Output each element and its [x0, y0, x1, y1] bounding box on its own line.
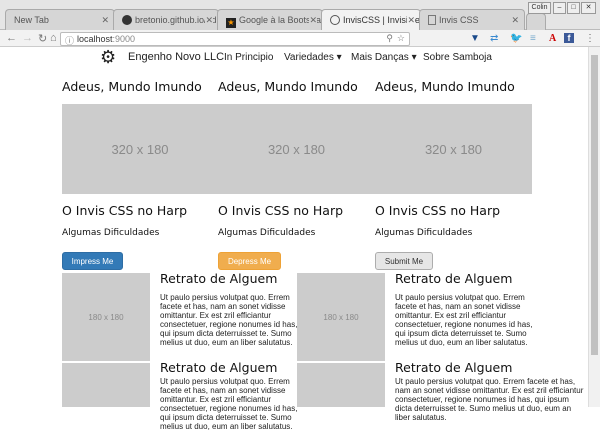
tab-title: bretonio.github.io/dd: [135, 15, 217, 25]
close-tab-icon[interactable]: ✕: [205, 15, 213, 26]
card-title: Retrato de Alguem: [160, 360, 278, 375]
maximize-button[interactable]: □: [567, 2, 580, 14]
profile-button[interactable]: Colin: [528, 2, 551, 14]
info-icon: ⓘ: [65, 36, 75, 46]
card-text: Ut paulo persius volutpat quo. Errem fac…: [160, 377, 298, 431]
github-icon: [122, 15, 132, 25]
home-icon[interactable]: ⌂: [50, 32, 57, 44]
tab-github[interactable]: bretonio.github.io/dd ✕: [113, 9, 219, 30]
brand[interactable]: Engenho Novo LLC: [128, 51, 224, 63]
zoom-icon[interactable]: ⚲: [386, 33, 393, 44]
image-placeholder: 320 x 180: [62, 104, 218, 194]
minimize-button[interactable]: –: [553, 2, 566, 14]
bookmark-star-icon[interactable]: ☆: [397, 33, 405, 44]
nav-item-mais-dancas[interactable]: Mais Danças ▾: [351, 52, 417, 63]
column-subtitle: Algumas Dificuldades: [218, 228, 316, 238]
reload-icon[interactable]: ↻: [38, 32, 47, 45]
extension-bars-icon[interactable]: ≡: [530, 33, 536, 44]
column-heading: Adeus, Mundo Imundo: [375, 79, 515, 94]
column-subtitle: Algumas Dificuldades: [375, 228, 473, 238]
column-title: O Invis CSS no Harp: [375, 203, 501, 218]
globe-icon: [330, 15, 340, 25]
depress-me-button[interactable]: Depress Me: [218, 252, 281, 270]
card-image-placeholder: [62, 363, 150, 407]
twitter-icon[interactable]: 🐦: [510, 33, 522, 44]
close-tab-icon[interactable]: ✕: [309, 15, 317, 26]
gears-logo-icon: ⚙: [100, 47, 117, 67]
page-scrollbar[interactable]: [588, 47, 600, 407]
extension-v-icon[interactable]: ▼: [470, 33, 480, 44]
card-image-placeholder: [297, 363, 385, 407]
tab-invis-css[interactable]: Invis CSS ✕: [419, 9, 525, 30]
impress-me-button[interactable]: Impress Me: [62, 252, 123, 270]
card-text: Ut paulo persius volutpat quo. Errem fac…: [160, 293, 298, 347]
extension-arrows-icon[interactable]: ⇄: [490, 33, 498, 44]
card-image-placeholder: 180 x 180: [62, 273, 150, 361]
column-heading: Adeus, Mundo Imundo: [62, 79, 202, 94]
address-bar[interactable]: ⓘ localhost:9000 ⚲ ☆: [60, 32, 410, 46]
tab-google-bootstrap[interactable]: ★ Google à la Bootstrap ✕: [217, 9, 323, 30]
card-image-placeholder: 180 x 180: [297, 273, 385, 361]
close-tab-icon[interactable]: ✕: [407, 15, 415, 26]
toolbar: ← → ↻ ⌂ ⓘ localhost:9000 ⚲ ☆ ▼ ⇄ 🐦 ≡ A f…: [0, 30, 600, 47]
new-tab-button[interactable]: [526, 13, 546, 30]
image-placeholder: 320 x 180: [218, 104, 375, 194]
scrollbar-thumb[interactable]: [591, 55, 598, 355]
extension-a-icon[interactable]: A: [549, 33, 556, 44]
tab-title: Invis CSS: [439, 15, 479, 25]
document-icon: [428, 15, 436, 25]
card-title: Retrato de Alguem: [395, 360, 513, 375]
url-port: :9000: [112, 34, 136, 44]
tab-title: New Tab: [14, 15, 49, 25]
tab-new-tab[interactable]: New Tab ✕: [5, 9, 115, 30]
tab-inviscss[interactable]: InvisCSS | Invisible S ✕: [321, 9, 421, 31]
back-icon[interactable]: ←: [6, 32, 17, 44]
card-text: Ut paulo persius volutpat quo. Errem fac…: [395, 293, 533, 347]
card-title: Retrato de Alguem: [395, 271, 513, 286]
close-tab-icon[interactable]: ✕: [101, 15, 109, 26]
card-title: Retrato de Alguem: [160, 271, 278, 286]
tab-strip: New Tab ✕ bretonio.github.io/dd ✕ ★ Google …: [0, 0, 600, 31]
column-heading: Adeus, Mundo Imundo: [218, 79, 358, 94]
star-icon: ★: [226, 18, 236, 28]
card-text: Ut paulo persius volutpat quo. Errem fac…: [395, 377, 584, 422]
column-title: O Invis CSS no Harp: [218, 203, 344, 218]
menu-icon[interactable]: ⋮: [585, 33, 595, 44]
column-title: O Invis CSS no Harp: [62, 203, 188, 218]
submit-me-button[interactable]: Submit Me: [375, 252, 433, 270]
url-host: localhost: [77, 34, 113, 44]
close-tab-icon[interactable]: ✕: [511, 15, 519, 26]
nav-item-in-principio[interactable]: In Principio: [224, 52, 273, 63]
nav-item-variedades[interactable]: Variedades ▾: [284, 52, 342, 63]
close-window-button[interactable]: ✕: [581, 2, 596, 14]
column-subtitle: Algumas Dificuldades: [62, 228, 160, 238]
nav-item-sobre-samboja[interactable]: Sobre Samboja: [423, 52, 492, 63]
forward-icon[interactable]: →: [22, 32, 33, 44]
facebook-icon[interactable]: f: [564, 33, 574, 43]
image-placeholder: 320 x 180: [375, 104, 532, 194]
